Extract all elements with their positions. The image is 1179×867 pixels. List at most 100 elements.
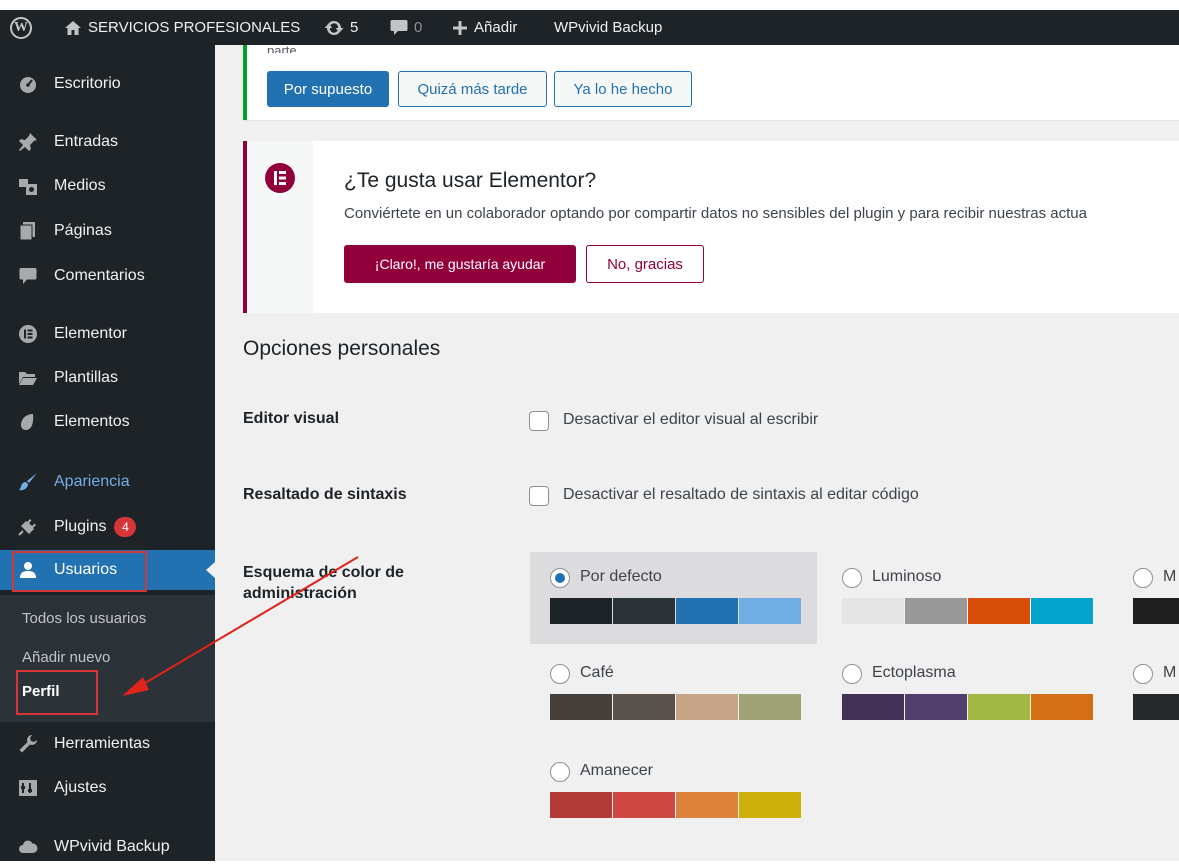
visual-editor-checkbox[interactable]: [529, 411, 549, 431]
wordpress-logo-button[interactable]: W: [10, 10, 32, 45]
color-scheme-ectoplasma[interactable]: Ectoplasma: [822, 648, 1109, 740]
comment-icon: [18, 266, 38, 286]
elementor-optin-button[interactable]: ¡Claro!, me gustaría ayudar: [344, 245, 576, 283]
sidebar-item-paginas[interactable]: Páginas: [0, 211, 215, 251]
brush-icon: [18, 472, 38, 492]
admin-bar: W SERVICIOS PROFESIONALES 5 0 Añadir WPv…: [0, 10, 1179, 45]
plugin-icon: [18, 517, 38, 537]
color-swatch: [968, 694, 1030, 720]
sidebar-item-comentarios[interactable]: Comentarios: [0, 256, 215, 296]
updates-count: 5: [350, 19, 359, 36]
color-swatch: [613, 694, 675, 720]
updates-link[interactable]: 5: [324, 10, 358, 45]
color-scheme-m-2[interactable]: M: [1113, 648, 1179, 740]
wpvivid-backup-link[interactable]: WPvivid Backup: [554, 10, 662, 45]
visual-editor-text: Desactivar el editor visual al escribir: [563, 411, 819, 428]
color-swatch: [550, 792, 612, 818]
color-swatch: [739, 792, 801, 818]
page-icon: [18, 221, 38, 241]
comments-count: 0: [414, 19, 423, 36]
sidebar-item-label: Comentarios: [54, 267, 145, 284]
review-yes-button[interactable]: Por supuesto: [267, 71, 389, 107]
color-scheme-name: M: [1163, 664, 1177, 681]
color-swatch: [842, 598, 904, 624]
sidebar-item-herramientas[interactable]: Herramientas: [0, 724, 215, 764]
new-content-link[interactable]: Añadir: [452, 10, 517, 45]
review-done-button[interactable]: Ya lo he hecho: [554, 71, 692, 107]
pin-icon: [18, 132, 38, 152]
sidebar-item-apariencia[interactable]: Apariencia: [0, 462, 215, 502]
perfil-highlight-box: [16, 670, 98, 715]
sidebar-item-label: Entradas: [54, 133, 119, 150]
usuarios-highlight-box: [12, 551, 147, 592]
color-scheme-m-1[interactable]: M: [1113, 552, 1179, 644]
sidebar-item-label: Apariencia: [54, 473, 130, 490]
syntax-highlight-checkbox[interactable]: [529, 486, 549, 506]
color-scheme-radio[interactable]: [842, 664, 862, 684]
color-scheme-swatches: [550, 694, 802, 720]
submenu-item-anadir-nuevo[interactable]: Añadir nuevo: [22, 649, 110, 666]
settings-icon: [18, 778, 38, 798]
color-swatch: [905, 694, 967, 720]
color-scheme-radio[interactable]: [550, 664, 570, 684]
sidebar-item-wpvivid-backup[interactable]: WPvivid Backup: [0, 827, 215, 867]
comments-link[interactable]: 0: [390, 10, 422, 45]
sidebar-item-elementos[interactable]: Elementos: [0, 402, 215, 442]
media-icon: [18, 176, 38, 196]
color-swatch: [550, 694, 612, 720]
sidebar-item-entradas[interactable]: Entradas: [0, 122, 215, 162]
sidebar-item-label: Escritorio: [54, 75, 121, 92]
color-swatch: [739, 598, 801, 624]
review-later-button[interactable]: Quizá más tarde: [398, 71, 547, 107]
sidebar-item-label: Plantillas: [54, 369, 119, 386]
site-name-label: SERVICIOS PROFESIONALES: [88, 19, 301, 36]
elementor-notice-icon-column: [247, 141, 313, 313]
sidebar-item-ajustes[interactable]: Ajustes: [0, 768, 215, 808]
color-scheme-amanecer[interactable]: Amanecer: [530, 746, 817, 838]
plugins-update-badge: 4: [114, 517, 137, 537]
color-scheme-swatches: [842, 694, 1094, 720]
home-icon: [64, 20, 82, 36]
sidebar-item-plugins[interactable]: Plugins 4: [0, 507, 215, 547]
plus-icon: [452, 20, 468, 36]
current-menu-arrow-icon: [206, 562, 215, 578]
color-scheme-swatches: [1133, 694, 1179, 720]
color-swatch: [676, 792, 738, 818]
admin-sidebar: Escritorio Entradas Medios Páginas Comen…: [0, 45, 215, 861]
sidebar-item-label: Herramientas: [54, 735, 151, 752]
cloud-icon: [18, 837, 38, 857]
visual-editor-label: Editor visual: [243, 410, 340, 427]
folder-icon: [18, 368, 38, 388]
color-scheme-radio[interactable]: [842, 568, 862, 588]
color-scheme-radio[interactable]: [550, 568, 570, 588]
wrench-icon: [18, 734, 38, 754]
color-scheme-radio[interactable]: [1133, 568, 1153, 588]
sidebar-item-label: Medios: [54, 177, 106, 194]
site-name-link[interactable]: SERVICIOS PROFESIONALES: [64, 10, 300, 45]
sidebar-item-elementor[interactable]: Elementor: [0, 314, 215, 354]
sidebar-item-label: Páginas: [54, 222, 112, 239]
sidebar-item-plantillas[interactable]: Plantillas: [0, 358, 215, 398]
color-scheme-swatches: [1133, 598, 1179, 624]
color-swatch: [905, 598, 967, 624]
color-swatch: [1031, 694, 1093, 720]
sidebar-item-escritorio[interactable]: Escritorio: [0, 64, 215, 104]
elementor-notice-title: ¿Te gusta usar Elementor?: [344, 169, 597, 192]
color-swatch: [739, 694, 801, 720]
elementor-optout-button[interactable]: No, gracias: [586, 245, 704, 283]
syntax-highlight-label: Resaltado de sintaxis: [243, 486, 407, 503]
submenu-item-todos-los-usuarios[interactable]: Todos los usuarios: [22, 610, 146, 627]
color-scheme-radio[interactable]: [1133, 664, 1153, 684]
dashboard-icon: [18, 74, 38, 94]
color-scheme-radio[interactable]: [550, 762, 570, 782]
color-swatch: [676, 598, 738, 624]
color-scheme-luminoso[interactable]: Luminoso: [822, 552, 1109, 644]
color-scheme-name: Por defecto: [580, 568, 662, 585]
color-scheme-cafe[interactable]: Café: [530, 648, 817, 740]
color-scheme-default[interactable]: Por defecto: [530, 552, 817, 644]
elementor-logo-icon: [265, 163, 295, 193]
sidebar-item-medios[interactable]: Medios: [0, 166, 215, 206]
color-scheme-swatches: [550, 792, 802, 818]
color-scheme-name: Amanecer: [580, 762, 653, 779]
elementor-notice-text: Conviértete en un colaborador optando po…: [344, 205, 1087, 222]
